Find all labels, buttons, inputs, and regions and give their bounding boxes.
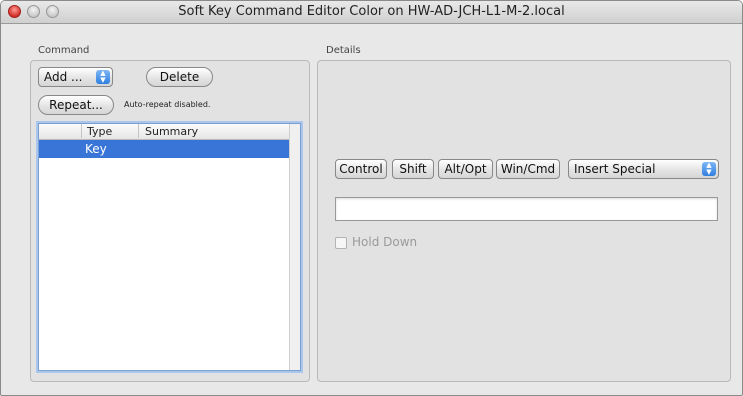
popup-arrows-icon: ▲ ▼	[96, 70, 110, 84]
command-section-label: Command	[38, 45, 90, 56]
table-row[interactable]: Key	[39, 140, 290, 158]
table-header: Type Summary	[39, 124, 300, 140]
win-cmd-modifier-button[interactable]: Win/Cmd	[496, 159, 560, 179]
command-table[interactable]: Type Summary Key	[38, 123, 301, 371]
details-section-label: Details	[326, 45, 361, 56]
table-vertical-scrollbar[interactable]	[289, 124, 300, 370]
repeat-button[interactable]: Repeat...	[38, 95, 114, 115]
add-command-label: Add ...	[44, 70, 83, 84]
alt-opt-modifier-button[interactable]: Alt/Opt	[438, 159, 493, 179]
column-divider[interactable]	[138, 124, 139, 138]
key-text-field[interactable]	[335, 197, 718, 221]
column-header-summary[interactable]: Summary	[145, 125, 198, 138]
details-group	[317, 60, 731, 382]
soft-key-command-editor-window: Soft Key Command Editor Color on HW-AD-J…	[0, 0, 743, 396]
control-modifier-button[interactable]: Control	[335, 159, 387, 179]
column-header-type[interactable]: Type	[87, 125, 112, 138]
delete-button[interactable]: Delete	[146, 67, 213, 87]
insert-special-label: Insert Special	[574, 162, 656, 176]
popup-arrows-icon: ▲ ▼	[702, 162, 716, 176]
column-divider[interactable]	[81, 124, 82, 138]
hold-down-checkbox[interactable]	[335, 237, 347, 249]
window-title: Soft Key Command Editor Color on HW-AD-J…	[178, 4, 565, 19]
title-bar[interactable]: Soft Key Command Editor Color on HW-AD-J…	[1, 1, 742, 24]
shift-modifier-button[interactable]: Shift	[392, 159, 434, 179]
repeat-status-text: Auto-repeat disabled.	[124, 100, 211, 109]
add-command-popup[interactable]: Add ... ▲ ▼	[38, 67, 113, 87]
hold-down-label: Hold Down	[352, 235, 418, 249]
insert-special-popup[interactable]: Insert Special ▲ ▼	[568, 159, 719, 179]
row-type-cell: Key	[85, 142, 107, 156]
